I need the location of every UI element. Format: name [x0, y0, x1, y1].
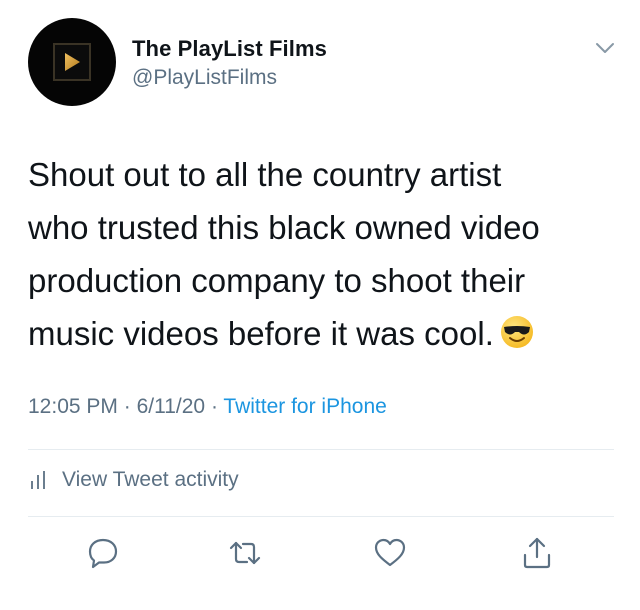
- display-name[interactable]: The PlayList Films: [132, 36, 327, 62]
- meta-separator: ·: [123, 395, 131, 418]
- retweet-button[interactable]: [227, 535, 263, 571]
- retweet-icon: [229, 541, 261, 565]
- share-icon: [523, 537, 551, 569]
- tweet-actions: [0, 535, 640, 575]
- like-button[interactable]: [372, 535, 408, 571]
- tweet-date: 6/11/20: [136, 395, 206, 418]
- share-button[interactable]: [519, 535, 555, 571]
- tweet-meta: 12:05 PM · 6/11/20 · Twitter for iPhone: [28, 395, 387, 419]
- divider: [28, 449, 614, 450]
- avatar[interactable]: [28, 18, 116, 106]
- view-tweet-activity-button[interactable]: View Tweet activity: [28, 468, 239, 492]
- chevron-down-icon[interactable]: [594, 40, 616, 56]
- handle[interactable]: @PlayListFilms: [132, 66, 277, 90]
- heart-icon: [374, 538, 406, 567]
- play-triangle-logo: [53, 43, 91, 81]
- sunglasses-emoji-icon: [500, 311, 534, 364]
- tweet-time: 12:05 PM: [28, 395, 118, 418]
- divider: [28, 516, 614, 517]
- bar-chart-icon: [31, 471, 45, 489]
- reply-button[interactable]: [85, 535, 121, 571]
- tweet-body: Shout out to all the country artist who …: [28, 156, 540, 352]
- tweet-source-link[interactable]: Twitter for iPhone: [223, 395, 386, 418]
- activity-label: View Tweet activity: [62, 468, 239, 491]
- speech-bubble-icon: [88, 538, 118, 569]
- tweet-text: Shout out to all the country artist who …: [28, 148, 628, 364]
- meta-separator: ·: [210, 395, 218, 418]
